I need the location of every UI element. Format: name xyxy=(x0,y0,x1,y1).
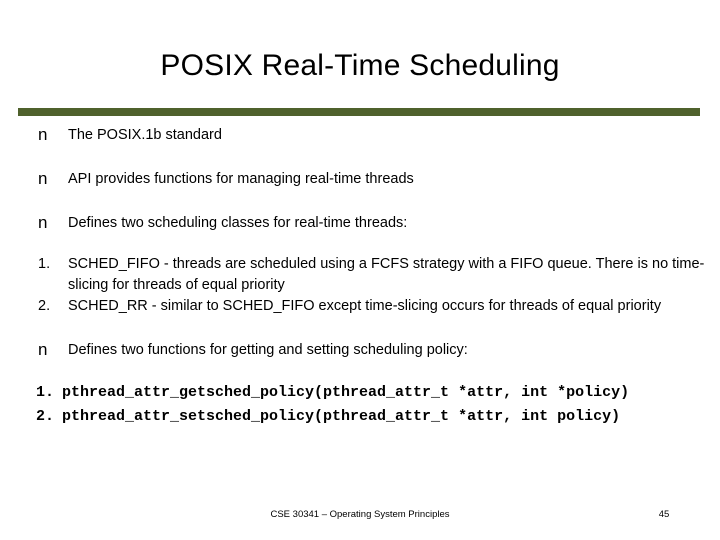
list-marker: 2. xyxy=(36,408,55,425)
bullet-label: API provides functions for managing real… xyxy=(68,171,414,187)
square-bullet-icon: n xyxy=(38,340,48,359)
bullet-label: Defines two scheduling classes for real-… xyxy=(68,215,408,231)
list-item-label: SCHED_FIFO - threads are scheduled using… xyxy=(68,256,705,293)
function-signature: pthread_attr_getsched_policy(pthread_att… xyxy=(62,384,630,401)
code-list-item: 1. pthread_attr_getsched_policy(pthread_… xyxy=(0,383,720,403)
bullet-label: The POSIX.1b standard xyxy=(68,127,222,143)
square-bullet-icon: n xyxy=(38,213,48,232)
list-marker: 1. xyxy=(36,384,55,401)
function-signature: pthread_attr_setsched_policy(pthread_att… xyxy=(62,408,621,425)
square-bullet-icon: n xyxy=(38,125,48,144)
bullet-item: n The POSIX.1b standard xyxy=(0,124,720,146)
slide-title: POSIX Real-Time Scheduling xyxy=(160,49,560,82)
list-marker: 1. xyxy=(38,256,51,272)
footer-course-label: CSE 30341 – Operating System Principles xyxy=(270,509,450,520)
list-marker: 2. xyxy=(38,298,51,314)
bullet-item: n Defines two functions for getting and … xyxy=(0,339,720,361)
code-list-item: 2. pthread_attr_setsched_policy(pthread_… xyxy=(0,407,720,427)
square-bullet-icon: n xyxy=(38,169,48,188)
bullet-item: n Defines two scheduling classes for rea… xyxy=(0,212,720,234)
title-divider-rule xyxy=(18,108,700,116)
list-item-label: SCHED_RR - similar to SCHED_FIFO except … xyxy=(68,298,662,314)
bullet-label: Defines two functions for getting and se… xyxy=(68,342,468,358)
numbered-list-item: 2. SCHED_RR - similar to SCHED_FIFO exce… xyxy=(0,296,720,317)
bullet-item: n API provides functions for managing re… xyxy=(0,168,720,190)
slide: POSIX Real-Time Scheduling n The POSIX.1… xyxy=(0,0,720,540)
numbered-list-item: 1. SCHED_FIFO - threads are scheduled us… xyxy=(0,254,720,296)
slide-number: 45 xyxy=(658,509,670,520)
slide-body: n The POSIX.1b standard n API provides f… xyxy=(0,124,720,427)
